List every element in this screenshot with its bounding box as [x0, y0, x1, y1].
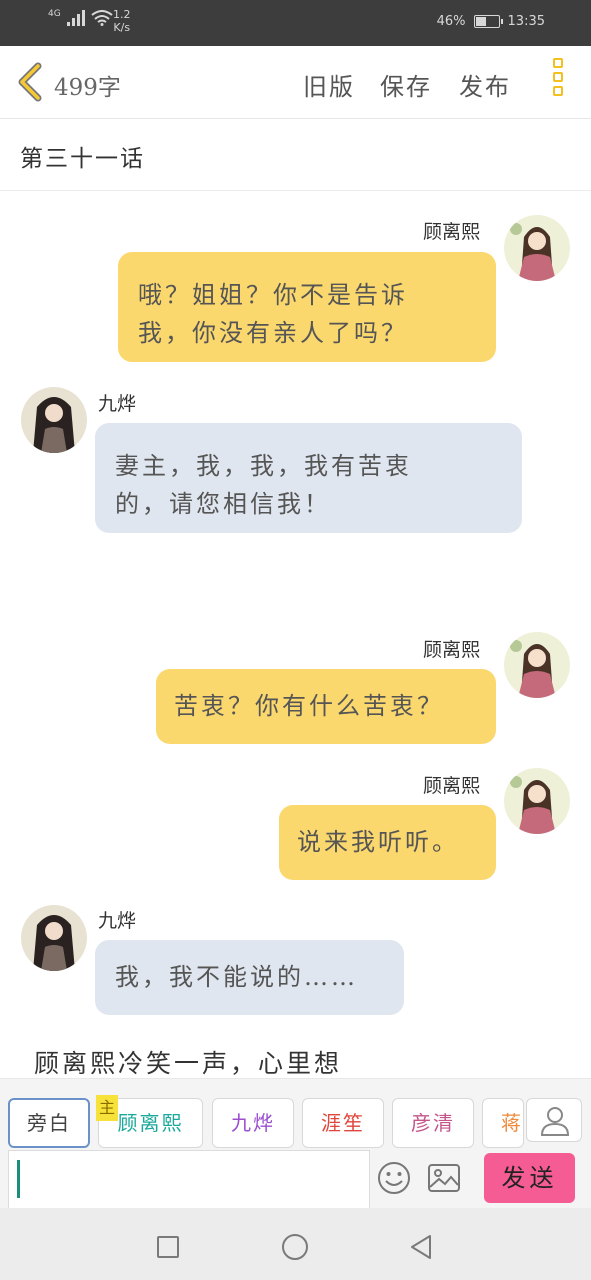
text-caret	[17, 1160, 20, 1198]
battery-icon	[473, 15, 503, 28]
back-triangle-icon[interactable]	[408, 1234, 434, 1260]
manage-roles-button[interactable]	[526, 1098, 582, 1142]
send-button[interactable]: 发送	[484, 1153, 575, 1203]
message-bubble[interactable]: 苦衷？你有什么苦衷？	[156, 669, 496, 744]
message-line: 我，你没有亲人了吗？	[138, 319, 408, 347]
message-line: 的，请您相信我！	[115, 490, 331, 518]
save-button[interactable]: 保存	[380, 67, 432, 102]
publish-button[interactable]: 发布	[459, 67, 511, 102]
speaker-name: 九烨	[98, 910, 137, 932]
clock: 13:35	[507, 14, 545, 29]
avatar-jiu-ye[interactable]	[21, 905, 87, 971]
more-menu-icon[interactable]	[550, 58, 566, 106]
avatar-gu-lixi[interactable]	[504, 215, 570, 281]
role-chip-jiu-ye[interactable]: 九烨	[212, 1098, 294, 1148]
word-count: 499字	[54, 75, 121, 101]
main-character-badge: 主	[96, 1095, 118, 1121]
message-bubble[interactable]: 哦？姐姐？你不是告诉 我，你没有亲人了吗？	[118, 252, 496, 362]
message-line: 苦衷？你有什么苦衷？	[174, 692, 444, 720]
avatar-gu-lixi[interactable]	[504, 632, 570, 698]
role-label: 旁白	[27, 1111, 71, 1135]
home-icon[interactable]	[282, 1234, 308, 1260]
role-chip-yan-qing[interactable]: 彦清	[392, 1098, 474, 1148]
editor-header: 499字 旧版 保存 发布	[0, 46, 591, 119]
role-label: 顾离熙	[117, 1111, 184, 1135]
old-version-button[interactable]: 旧版	[303, 67, 355, 102]
message-line: 哦？姐姐？你不是告诉	[138, 281, 408, 309]
back-chevron-icon[interactable]	[14, 62, 46, 102]
network-speed: 1.2 K/s	[113, 8, 131, 34]
message-input[interactable]	[8, 1150, 370, 1208]
message-bubble[interactable]: 妻主，我，我，我有苦衷 的，请您相信我！	[95, 423, 522, 533]
message-bubble[interactable]: 说来我听听。	[279, 805, 496, 880]
emoji-icon[interactable]	[377, 1161, 411, 1195]
narration-text[interactable]: 顾离熙冷笑一声，心里想	[34, 1044, 342, 1080]
role-chip-narrator[interactable]: 旁白	[8, 1098, 90, 1148]
role-label: 彦清	[411, 1111, 455, 1135]
system-nav-bar	[0, 1208, 591, 1280]
recent-apps-icon[interactable]	[157, 1236, 179, 1258]
battery-percent: 46%	[436, 14, 466, 29]
speaker-name: 顾离熙	[423, 775, 481, 797]
message-line: 妻主，我，我，我有苦衷	[115, 452, 412, 480]
chapter-title[interactable]: 第三十一话	[20, 139, 145, 173]
speaker-name: 顾离熙	[423, 639, 481, 661]
divider	[0, 190, 591, 191]
network-type: 4G	[48, 9, 61, 19]
role-label: 蒋	[501, 1111, 523, 1135]
message-line: 我，我不能说的……	[115, 963, 358, 991]
avatar-gu-lixi[interactable]	[504, 768, 570, 834]
role-chip-ya-sheng[interactable]: 涯笙	[302, 1098, 384, 1148]
wifi-icon	[91, 10, 113, 26]
role-label: 九烨	[231, 1111, 275, 1135]
speaker-name: 九烨	[98, 393, 137, 415]
person-icon	[540, 1107, 570, 1136]
avatar-jiu-ye[interactable]	[21, 387, 87, 453]
image-icon[interactable]	[428, 1164, 460, 1192]
signal-icon	[66, 10, 85, 26]
role-label: 涯笙	[321, 1111, 365, 1135]
role-chip-jiang[interactable]: 蒋	[482, 1098, 524, 1148]
message-bubble[interactable]: 我，我不能说的……	[95, 940, 404, 1015]
message-line: 说来我听听。	[297, 828, 459, 856]
status-bar: 4G 1.2 K/s 46% 13:35	[0, 0, 591, 46]
speaker-name: 顾离熙	[423, 221, 481, 243]
